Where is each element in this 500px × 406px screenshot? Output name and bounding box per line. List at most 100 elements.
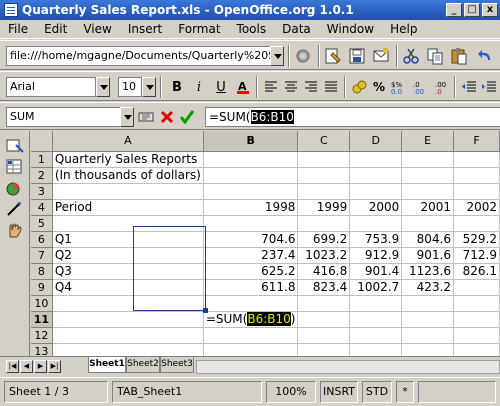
horizontal-scrollbar[interactable] <box>196 360 500 374</box>
cell[interactable] <box>203 151 299 168</box>
sheet-tab-2[interactable]: Sheet2 <box>126 357 160 373</box>
justify-icon[interactable] <box>320 76 342 98</box>
name-box-dropdown[interactable] <box>120 107 134 127</box>
font-size-input[interactable]: 10 <box>118 77 142 97</box>
minimize-button[interactable]: _ <box>446 3 462 17</box>
cell[interactable] <box>453 151 500 168</box>
cell[interactable]: 2000 <box>349 199 403 216</box>
row-header[interactable]: 4 <box>31 199 53 216</box>
row-header[interactable]: 9 <box>31 279 53 296</box>
last-sheet-button[interactable]: ▶| <box>48 360 61 373</box>
cell[interactable]: 237.4 <box>203 247 299 264</box>
first-sheet-button[interactable]: |◀ <box>6 360 19 373</box>
column-header[interactable]: A <box>52 131 204 152</box>
cell[interactable] <box>453 327 500 344</box>
cell[interactable]: 753.9 <box>349 231 403 248</box>
percent-format-button[interactable]: % <box>368 76 390 98</box>
bold-button[interactable]: B <box>166 76 188 98</box>
cell[interactable]: 804.6 <box>401 231 455 248</box>
currency-format-icon[interactable] <box>348 76 370 98</box>
cell[interactable] <box>453 183 500 200</box>
cell[interactable]: 912.9 <box>349 247 403 264</box>
insert-chart-icon[interactable] <box>5 200 25 218</box>
align-center-icon[interactable] <box>280 76 302 98</box>
cell[interactable] <box>297 183 351 200</box>
cell[interactable] <box>203 295 299 312</box>
edit-file-icon[interactable] <box>322 45 344 67</box>
font-color-icon[interactable]: A <box>232 76 254 98</box>
cell[interactable]: 901.4 <box>349 263 403 280</box>
copy-icon[interactable] <box>424 45 446 67</box>
cell[interactable]: 704.6 <box>203 231 299 248</box>
row-header[interactable]: 8 <box>31 263 53 280</box>
cell[interactable]: 625.2 <box>203 263 299 280</box>
cell[interactable] <box>453 215 500 232</box>
italic-button[interactable]: i <box>188 76 210 98</box>
cell[interactable] <box>401 311 455 328</box>
cell[interactable]: 1123.6 <box>401 263 455 280</box>
menu-window[interactable]: Window <box>319 22 382 36</box>
undo-icon[interactable] <box>474 45 496 67</box>
close-button[interactable]: x <box>482 3 498 17</box>
cell[interactable]: 423.2 <box>401 279 455 296</box>
row-header-active[interactable]: 11 <box>31 311 53 328</box>
column-header[interactable]: D <box>349 131 403 152</box>
cell[interactable] <box>453 295 500 312</box>
cell[interactable] <box>52 311 204 328</box>
cell[interactable]: 699.2 <box>297 231 351 248</box>
cell[interactable] <box>297 327 351 344</box>
cell[interactable] <box>401 295 455 312</box>
cell[interactable] <box>203 327 299 344</box>
align-left-icon[interactable] <box>260 76 282 98</box>
row-header[interactable]: 2 <box>31 167 53 184</box>
column-header[interactable]: E <box>401 131 455 152</box>
sheet-tab-3[interactable]: Sheet3 <box>160 357 194 373</box>
next-sheet-button[interactable]: ▶ <box>34 360 47 373</box>
status-page-style[interactable]: TAB_Sheet1 <box>112 381 262 403</box>
paste-icon[interactable] <box>448 45 470 67</box>
cell[interactable]: 529.2 <box>453 231 500 248</box>
menu-help[interactable]: Help <box>382 22 425 36</box>
active-cell-editor[interactable]: =SUM(B6:B10) <box>203 311 299 328</box>
decrease-indent-icon[interactable] <box>458 76 480 98</box>
cell[interactable] <box>297 151 351 168</box>
cell[interactable] <box>52 327 204 344</box>
row-header[interactable]: 10 <box>31 295 53 312</box>
cell[interactable]: 823.4 <box>297 279 351 296</box>
cell[interactable]: (In thousands of dollars) <box>52 167 204 184</box>
font-name-dropdown[interactable] <box>96 77 110 97</box>
column-header-active[interactable]: B <box>203 131 299 152</box>
underline-button[interactable]: U <box>210 76 232 98</box>
column-header[interactable]: F <box>453 131 500 152</box>
cell[interactable]: Q1 <box>52 231 204 248</box>
cell[interactable] <box>297 167 351 184</box>
row-header[interactable]: 1 <box>31 151 53 168</box>
cell[interactable] <box>52 295 204 312</box>
stop-icon[interactable] <box>292 45 314 67</box>
menu-file[interactable]: File <box>0 22 36 36</box>
row-header[interactable]: 6 <box>31 231 53 248</box>
cell[interactable] <box>52 343 204 356</box>
row-header[interactable]: 12 <box>31 327 53 344</box>
cell[interactable] <box>297 215 351 232</box>
standard-format-icon[interactable]: $% 0.0 <box>388 76 410 98</box>
cell[interactable] <box>52 183 204 200</box>
cell[interactable] <box>401 167 455 184</box>
cell[interactable]: 1002.7 <box>349 279 403 296</box>
cancel-icon[interactable] <box>156 106 178 128</box>
email-icon[interactable] <box>370 45 392 67</box>
cell[interactable] <box>401 183 455 200</box>
cell[interactable] <box>203 183 299 200</box>
cell[interactable] <box>349 167 403 184</box>
cell[interactable] <box>349 215 403 232</box>
save-icon[interactable] <box>346 45 368 67</box>
cell[interactable]: 1999 <box>297 199 351 216</box>
row-header[interactable]: 13 <box>31 343 53 356</box>
cell[interactable] <box>203 343 299 356</box>
cell[interactable] <box>401 151 455 168</box>
function-autopilot-icon[interactable] <box>135 106 157 128</box>
font-size-dropdown[interactable] <box>142 77 156 97</box>
edit-points-icon[interactable] <box>5 137 25 155</box>
cell[interactable]: Q4 <box>52 279 204 296</box>
name-box[interactable]: SUM <box>6 107 122 127</box>
